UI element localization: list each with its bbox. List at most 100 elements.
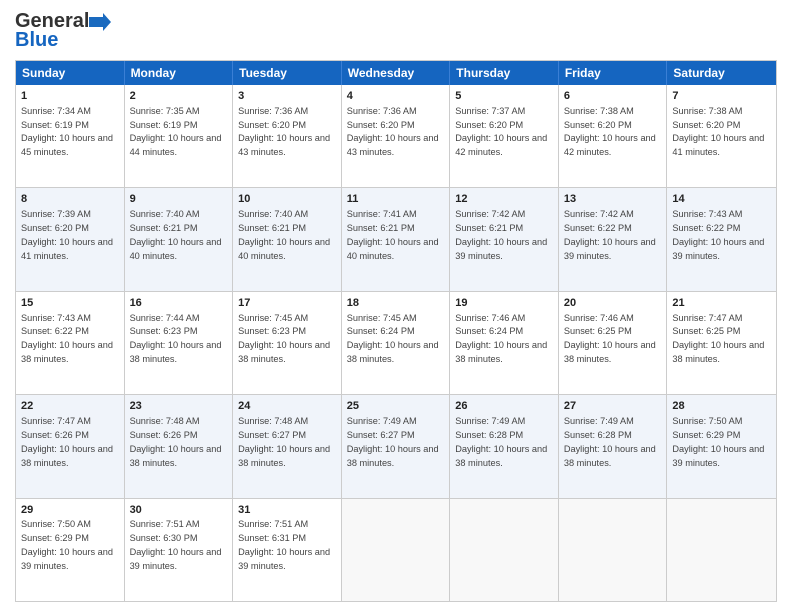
calendar-day-cell: 31Sunrise: 7:51 AMSunset: 6:31 PMDayligh…	[233, 499, 342, 601]
calendar-week-row: 8 Sunrise: 7:39 AMSunset: 6:20 PMDaylight…	[16, 188, 776, 291]
calendar-day-cell	[342, 499, 451, 601]
day-number: 1	[21, 89, 119, 104]
calendar-day-cell: 18Sunrise: 7:45 AMSunset: 6:24 PMDayligh…	[342, 292, 451, 394]
calendar-day-cell: 20 Sunrise: 7:46 AMSunset: 6:25 PMDayligh…	[559, 292, 668, 394]
day-info: Sunrise: 7:50 AMSunset: 6:29 PMDaylight:…	[672, 416, 764, 467]
day-number: 7	[672, 89, 771, 104]
calendar-day-cell: 16 Sunrise: 7:44 AMSunset: 6:23 PMDayligh…	[125, 292, 234, 394]
cal-header-day: Thursday	[450, 61, 559, 85]
day-info: Sunrise: 7:49 AMSunset: 6:28 PMDaylight:…	[455, 416, 547, 467]
day-info: Sunrise: 7:40 AMSunset: 6:21 PMDaylight:…	[238, 209, 330, 260]
day-number: 11	[347, 192, 445, 207]
day-number: 8	[21, 192, 119, 207]
calendar-day-cell: 26 Sunrise: 7:49 AMSunset: 6:28 PMDayligh…	[450, 395, 559, 497]
header: General Blue	[15, 10, 777, 52]
day-number: 17	[238, 296, 336, 311]
day-info: Sunrise: 7:49 AMSunset: 6:28 PMDaylight:…	[564, 416, 656, 467]
day-number: 27	[564, 399, 662, 414]
day-number: 19	[455, 296, 553, 311]
calendar-day-cell: 9 Sunrise: 7:40 AMSunset: 6:21 PMDaylight…	[125, 188, 234, 290]
day-info: Sunrise: 7:41 AMSunset: 6:21 PMDaylight:…	[347, 209, 439, 260]
day-info: Sunrise: 7:48 AMSunset: 6:27 PMDaylight:…	[238, 416, 330, 467]
day-info: Sunrise: 7:47 AMSunset: 6:25 PMDaylight:…	[672, 313, 764, 364]
logo-arrow-icon	[89, 13, 111, 31]
day-number: 9	[130, 192, 228, 207]
cal-header-day: Tuesday	[233, 61, 342, 85]
day-info: Sunrise: 7:40 AMSunset: 6:21 PMDaylight:…	[130, 209, 222, 260]
cal-header-day: Sunday	[16, 61, 125, 85]
calendar-day-cell: 7Sunrise: 7:38 AMSunset: 6:20 PMDaylight…	[667, 85, 776, 187]
day-info: Sunrise: 7:39 AMSunset: 6:20 PMDaylight:…	[21, 209, 113, 260]
calendar-day-cell: 10 Sunrise: 7:40 AMSunset: 6:21 PMDayligh…	[233, 188, 342, 290]
day-number: 4	[347, 89, 445, 104]
day-info: Sunrise: 7:51 AMSunset: 6:31 PMDaylight:…	[238, 519, 330, 570]
calendar-day-cell: 5 Sunrise: 7:37 AMSunset: 6:20 PMDaylight…	[450, 85, 559, 187]
calendar-week-row: 1 Sunrise: 7:34 AMSunset: 6:19 PMDaylight…	[16, 85, 776, 188]
day-info: Sunrise: 7:43 AMSunset: 6:22 PMDaylight:…	[672, 209, 764, 260]
calendar-day-cell: 11 Sunrise: 7:41 AMSunset: 6:21 PMDayligh…	[342, 188, 451, 290]
day-number: 20	[564, 296, 662, 311]
day-info: Sunrise: 7:49 AMSunset: 6:27 PMDaylight:…	[347, 416, 439, 467]
calendar-day-cell: 22Sunrise: 7:47 AMSunset: 6:26 PMDayligh…	[16, 395, 125, 497]
calendar-day-cell: 4 Sunrise: 7:36 AMSunset: 6:20 PMDaylight…	[342, 85, 451, 187]
calendar-day-cell: 8 Sunrise: 7:39 AMSunset: 6:20 PMDaylight…	[16, 188, 125, 290]
day-info: Sunrise: 7:35 AMSunset: 6:19 PMDaylight:…	[130, 106, 222, 157]
day-number: 5	[455, 89, 553, 104]
day-info: Sunrise: 7:46 AMSunset: 6:25 PMDaylight:…	[564, 313, 656, 364]
calendar-week-row: 15 Sunrise: 7:43 AMSunset: 6:22 PMDayligh…	[16, 292, 776, 395]
day-info: Sunrise: 7:42 AMSunset: 6:22 PMDaylight:…	[564, 209, 656, 260]
day-number: 16	[130, 296, 228, 311]
day-number: 24	[238, 399, 336, 414]
day-info: Sunrise: 7:36 AMSunset: 6:20 PMDaylight:…	[347, 106, 439, 157]
calendar-day-cell: 13Sunrise: 7:42 AMSunset: 6:22 PMDayligh…	[559, 188, 668, 290]
day-info: Sunrise: 7:45 AMSunset: 6:23 PMDaylight:…	[238, 313, 330, 364]
day-number: 14	[672, 192, 771, 207]
calendar-day-cell: 19 Sunrise: 7:46 AMSunset: 6:24 PMDayligh…	[450, 292, 559, 394]
calendar-day-cell: 17 Sunrise: 7:45 AMSunset: 6:23 PMDayligh…	[233, 292, 342, 394]
calendar-day-cell: 12Sunrise: 7:42 AMSunset: 6:21 PMDayligh…	[450, 188, 559, 290]
calendar-day-cell: 1 Sunrise: 7:34 AMSunset: 6:19 PMDaylight…	[16, 85, 125, 187]
day-info: Sunrise: 7:36 AMSunset: 6:20 PMDaylight:…	[238, 106, 330, 157]
day-number: 6	[564, 89, 662, 104]
day-number: 29	[21, 503, 119, 518]
calendar-day-cell	[559, 499, 668, 601]
day-info: Sunrise: 7:38 AMSunset: 6:20 PMDaylight:…	[564, 106, 656, 157]
calendar-day-cell: 29Sunrise: 7:50 AMSunset: 6:29 PMDayligh…	[16, 499, 125, 601]
calendar-day-cell: 2 Sunrise: 7:35 AMSunset: 6:19 PMDaylight…	[125, 85, 234, 187]
day-info: Sunrise: 7:48 AMSunset: 6:26 PMDaylight:…	[130, 416, 222, 467]
day-number: 10	[238, 192, 336, 207]
day-info: Sunrise: 7:34 AMSunset: 6:19 PMDaylight:…	[21, 106, 113, 157]
day-number: 30	[130, 503, 228, 518]
day-number: 2	[130, 89, 228, 104]
day-info: Sunrise: 7:45 AMSunset: 6:24 PMDaylight:…	[347, 313, 439, 364]
cal-header-day: Monday	[125, 61, 234, 85]
logo-blue-text: Blue	[15, 29, 58, 52]
calendar-body: 1 Sunrise: 7:34 AMSunset: 6:19 PMDaylight…	[16, 85, 776, 601]
cal-header-day: Friday	[559, 61, 668, 85]
calendar-day-cell: 25 Sunrise: 7:49 AMSunset: 6:27 PMDayligh…	[342, 395, 451, 497]
calendar-day-cell	[667, 499, 776, 601]
calendar-day-cell: 15 Sunrise: 7:43 AMSunset: 6:22 PMDayligh…	[16, 292, 125, 394]
cal-header-day: Saturday	[667, 61, 776, 85]
calendar-day-cell: 14 Sunrise: 7:43 AMSunset: 6:22 PMDayligh…	[667, 188, 776, 290]
logo: General Blue	[15, 10, 111, 52]
day-number: 15	[21, 296, 119, 311]
day-info: Sunrise: 7:44 AMSunset: 6:23 PMDaylight:…	[130, 313, 222, 364]
day-info: Sunrise: 7:51 AMSunset: 6:30 PMDaylight:…	[130, 519, 222, 570]
day-number: 26	[455, 399, 553, 414]
page: General Blue SundayMondayTuesdayWednesda…	[0, 0, 792, 612]
day-number: 25	[347, 399, 445, 414]
cal-header-day: Wednesday	[342, 61, 451, 85]
calendar-day-cell: 30Sunrise: 7:51 AMSunset: 6:30 PMDayligh…	[125, 499, 234, 601]
calendar-day-cell: 3Sunrise: 7:36 AMSunset: 6:20 PMDaylight…	[233, 85, 342, 187]
calendar-day-cell: 23Sunrise: 7:48 AMSunset: 6:26 PMDayligh…	[125, 395, 234, 497]
calendar-week-row: 29Sunrise: 7:50 AMSunset: 6:29 PMDayligh…	[16, 499, 776, 601]
calendar-day-cell: 6 Sunrise: 7:38 AMSunset: 6:20 PMDaylight…	[559, 85, 668, 187]
day-info: Sunrise: 7:46 AMSunset: 6:24 PMDaylight:…	[455, 313, 547, 364]
day-info: Sunrise: 7:47 AMSunset: 6:26 PMDaylight:…	[21, 416, 113, 467]
day-info: Sunrise: 7:43 AMSunset: 6:22 PMDaylight:…	[21, 313, 113, 364]
day-info: Sunrise: 7:37 AMSunset: 6:20 PMDaylight:…	[455, 106, 547, 157]
calendar-day-cell: 28 Sunrise: 7:50 AMSunset: 6:29 PMDayligh…	[667, 395, 776, 497]
day-number: 28	[672, 399, 771, 414]
day-info: Sunrise: 7:50 AMSunset: 6:29 PMDaylight:…	[21, 519, 113, 570]
